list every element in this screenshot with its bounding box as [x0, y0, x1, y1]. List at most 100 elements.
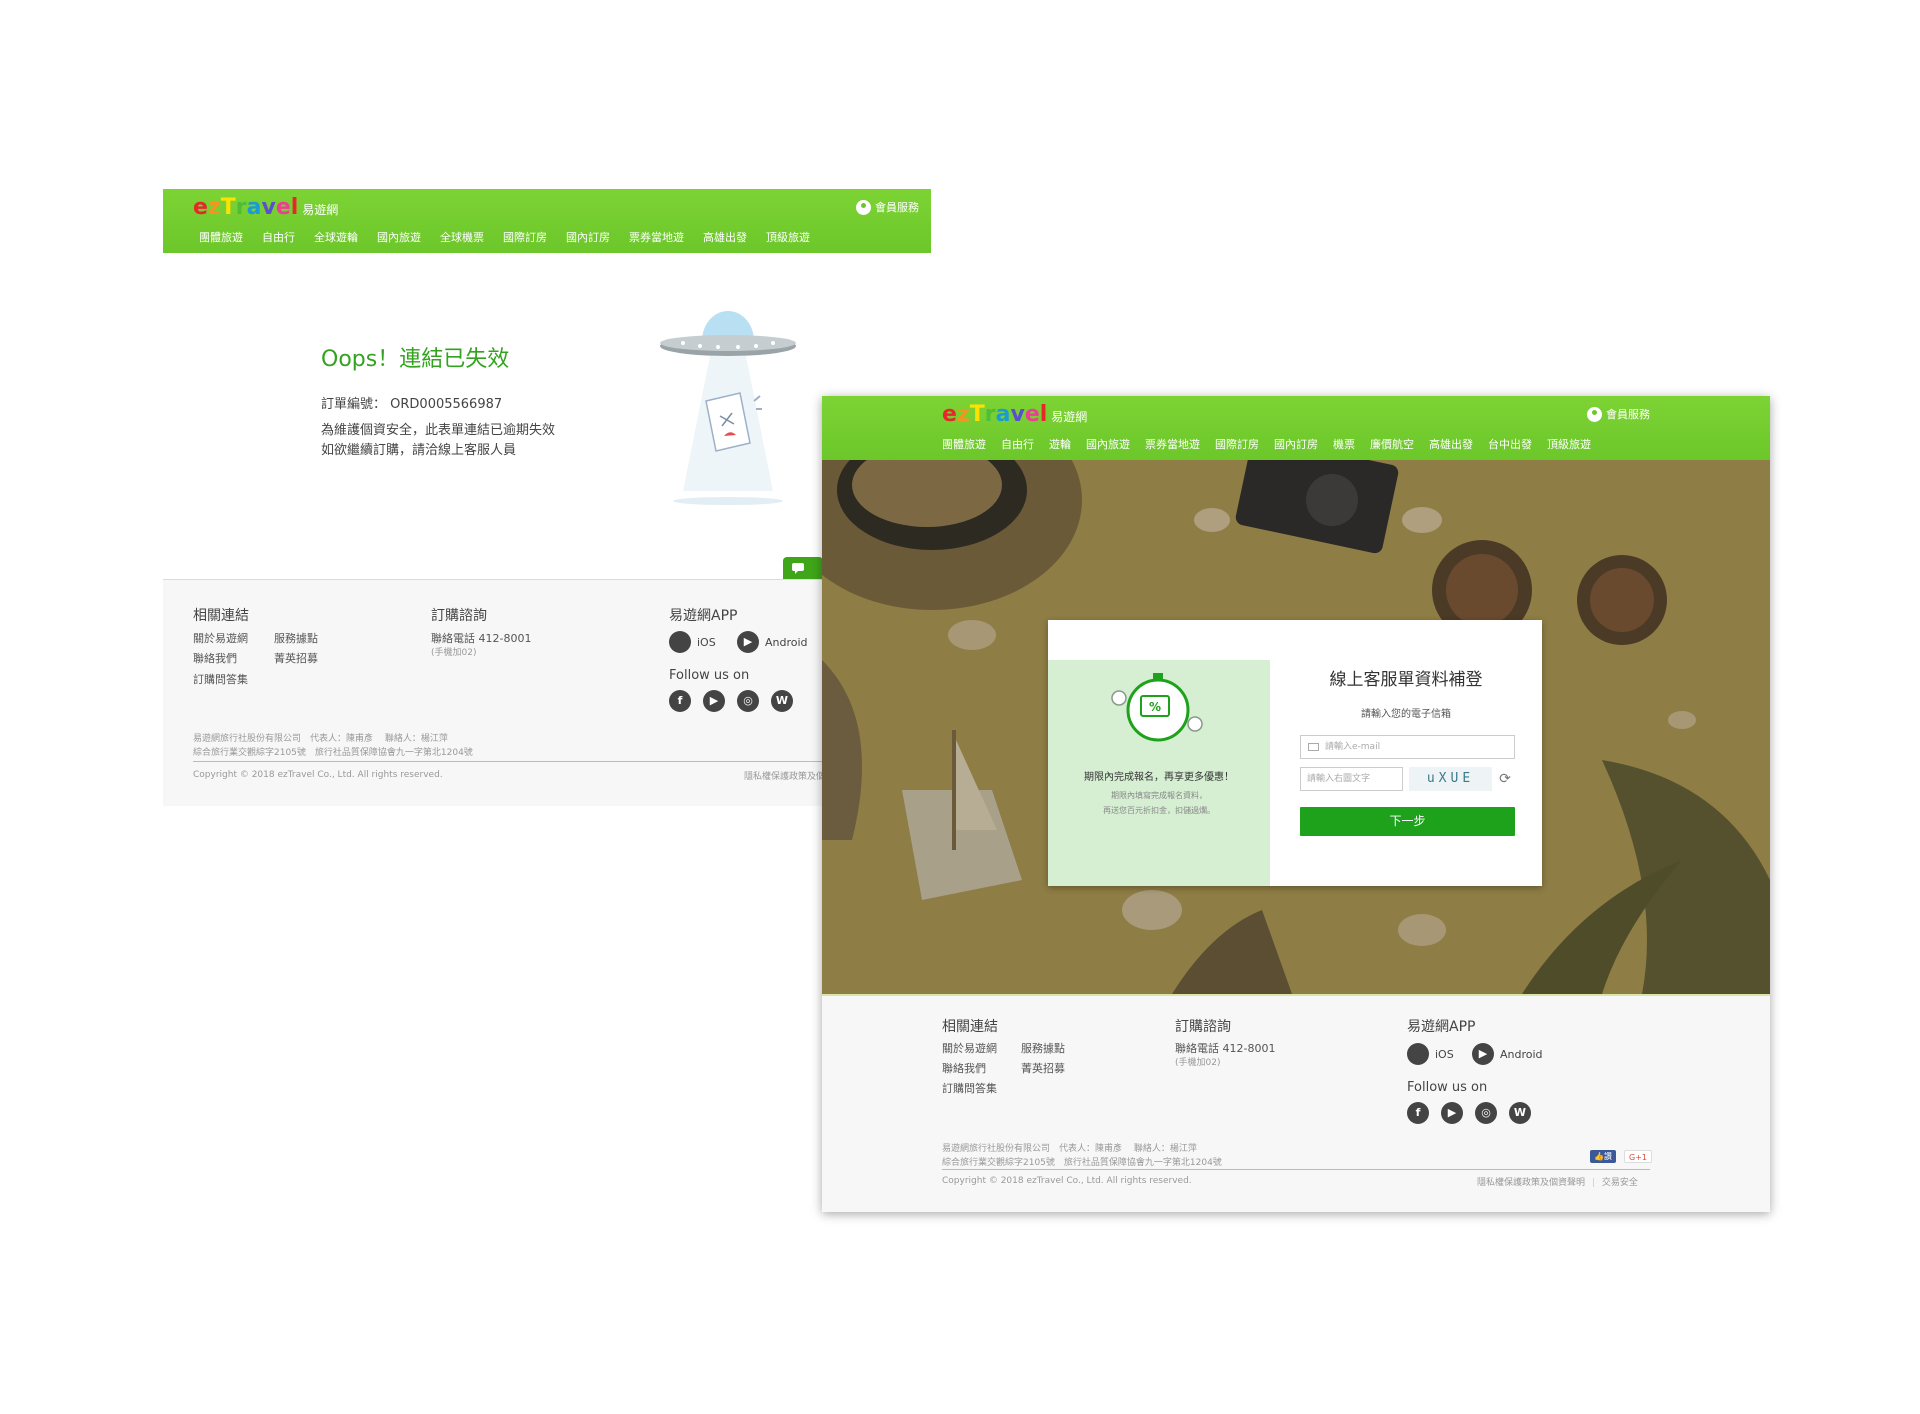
logo-letter: r [235, 195, 247, 220]
thumbs-up-icon: 👍 [1594, 1152, 1604, 1161]
nav-item[interactable]: 國內旅遊 [1086, 436, 1130, 452]
order-number-line: 訂單編號： ORD0005566987 [321, 393, 502, 412]
company-info-line: 綜合旅行業交觀綜字2105號 旅行社品質保障協會九一字第北1204號 [942, 1158, 1222, 1168]
android-label: Android [1500, 1047, 1543, 1061]
promo-description-line: 期限內填寫完成報名資料， [1111, 791, 1207, 800]
nav-item[interactable]: 頂級旅遊 [1547, 436, 1591, 452]
ios-app-link[interactable]: iOS [1407, 1043, 1454, 1065]
transaction-security-link[interactable]: 交易安全 [1602, 1178, 1638, 1188]
mail-icon [1308, 743, 1319, 751]
logo-letter: T [220, 195, 236, 220]
nav-item[interactable]: 全球機票 [440, 229, 484, 245]
nav-item[interactable]: 全球遊輪 [314, 229, 358, 245]
instagram-icon[interactable]: ◎ [737, 690, 759, 712]
footer-link[interactable]: 訂購問答集 [942, 1080, 997, 1096]
nav-item[interactable]: 高雄出發 [703, 229, 747, 245]
nav-item[interactable]: 自由行 [262, 229, 295, 245]
chat-button[interactable] [783, 557, 823, 579]
order-number-value: ORD0005566987 [390, 397, 503, 412]
nav-item[interactable]: 國際訂房 [1215, 436, 1259, 452]
android-app-link[interactable]: ▶ Android [1472, 1043, 1543, 1065]
ios-app-link[interactable]: iOS [669, 631, 716, 653]
android-app-link[interactable]: ▶ Android [737, 631, 808, 653]
eztravel-logo[interactable]: ezTravel 易遊網 [942, 402, 1087, 427]
nav-item[interactable]: 廉價航空 [1370, 436, 1414, 452]
footer-link[interactable]: 關於易遊網 [193, 630, 248, 646]
user-icon [1587, 406, 1602, 422]
footer-link[interactable]: 聯絡我們 [942, 1060, 986, 1076]
phone-note: (手機加02) [1175, 1058, 1221, 1068]
nav-item[interactable]: 頂級旅遊 [766, 229, 810, 245]
youtube-icon[interactable]: ▶ [703, 690, 725, 712]
nav-item[interactable]: 遊輪 [1049, 436, 1071, 452]
email-field[interactable]: 請輸入e-mail [1300, 735, 1515, 759]
nav-item[interactable]: 國內訂房 [566, 229, 610, 245]
nav-item[interactable]: 台中出發 [1488, 436, 1532, 452]
logo-letter: v [261, 195, 276, 220]
nav-item[interactable]: 票券當地遊 [629, 229, 684, 245]
footer-link[interactable]: 菁英招募 [274, 650, 318, 666]
nav-item[interactable]: 自由行 [1001, 436, 1034, 452]
like-label: 讚 [1603, 1152, 1612, 1161]
nav-item[interactable]: 機票 [1333, 436, 1355, 452]
social-links: f ▶ ◎ W [1407, 1102, 1531, 1124]
nav-item[interactable]: 團體旅遊 [199, 229, 243, 245]
next-button[interactable]: 下一步 [1300, 807, 1515, 836]
nav-item[interactable]: 國內旅遊 [377, 229, 421, 245]
footer-link[interactable]: 訂購問答集 [193, 671, 248, 687]
main-nav: 團體旅遊 自由行 遊輪 國內旅遊 票券當地遊 國際訂房 國內訂房 機票 廉價航空… [942, 436, 1591, 452]
wordpress-icon[interactable]: W [1509, 1102, 1531, 1124]
footer-link[interactable]: 關於易遊網 [942, 1040, 997, 1056]
nav-item[interactable]: 票券當地遊 [1145, 436, 1200, 452]
phone-number: 聯絡電話 412-8001 [1175, 1042, 1276, 1055]
logo-subtitle: 易遊網 [302, 203, 339, 217]
play-icon: ▶ [737, 631, 759, 653]
nav-item[interactable]: 國內訂房 [1274, 436, 1318, 452]
member-service-link[interactable]: 會員服務 [856, 199, 919, 215]
nav-item[interactable]: 高雄出發 [1429, 436, 1473, 452]
wordpress-icon[interactable]: W [771, 690, 793, 712]
footer-divider [942, 1169, 1650, 1170]
promo-description: 期限內填寫完成報名資料， 再送您百元折扣金，扣儲過爛。 [1048, 788, 1270, 818]
captcha-input[interactable]: 請輸入右圖文字 [1300, 767, 1403, 791]
logo-letter: v [1010, 402, 1025, 427]
facebook-icon[interactable]: f [1407, 1102, 1429, 1124]
logo-letter: a [246, 195, 262, 220]
apple-icon [669, 631, 691, 653]
play-icon: ▶ [1472, 1043, 1494, 1065]
header-bar: ezTravel 易遊網 會員服務 團體旅遊 自由行 遊輪 國內旅遊 票券當地遊 … [822, 396, 1770, 460]
error-message-line: 如欲繼續訂購，請洽線上客服人員 [321, 443, 517, 458]
member-service-link[interactable]: 會員服務 [1587, 406, 1650, 422]
chat-icon [792, 563, 804, 574]
privacy-policy-link[interactable]: 隱私權保護政策及個資聲明 [1477, 1178, 1585, 1188]
refresh-captcha-icon[interactable]: ⟳ [1496, 770, 1514, 788]
company-info: 易遊網旅行社股份有限公司 代表人：陳甫彥 聯絡人：楊江萍 綜合旅行業交觀綜字21… [193, 732, 473, 760]
logo-subtitle: 易遊網 [1051, 410, 1088, 424]
form-hint: 請輸入您的電子信箱 [1361, 709, 1451, 720]
app-title: 易遊網APP [669, 608, 738, 624]
logo-letter: l [290, 195, 299, 220]
nav-item[interactable]: 團體旅遊 [942, 436, 986, 452]
logo-letter: e [1024, 402, 1040, 427]
footer-link[interactable]: 菁英招募 [1021, 1060, 1065, 1076]
header-bar: ezTravel 易遊網 會員服務 團體旅遊 自由行 全球遊輪 國內旅遊 全球機票… [163, 189, 931, 253]
footer-divider [193, 761, 931, 762]
youtube-icon[interactable]: ▶ [1441, 1102, 1463, 1124]
google-plus-button[interactable]: G+1 [1624, 1150, 1652, 1163]
footer: 相關連結 關於易遊網 服務據點 聯絡我們 菁英招募 訂購問答集 訂購諮詢 聯絡電… [163, 579, 931, 806]
hero-background-photo: % 期限內完成報名，再享更多優惠！ 期限內填寫完成報名資料， 再送您百元折扣金，… [822, 460, 1770, 994]
ios-label: iOS [697, 635, 716, 649]
facebook-like-button[interactable]: 👍讚 [1590, 1150, 1616, 1163]
footer-link[interactable]: 服務據點 [1021, 1040, 1065, 1056]
facebook-icon[interactable]: f [669, 690, 691, 712]
footer-link[interactable]: 服務據點 [274, 630, 318, 646]
logo-letter: l [1039, 402, 1048, 427]
email-placeholder: 請輸入e-mail [1325, 742, 1381, 752]
instagram-icon[interactable]: ◎ [1475, 1102, 1497, 1124]
captcha-image: uXUE [1409, 767, 1492, 791]
error-title: Oops！連結已失效 [321, 347, 510, 372]
footer-link[interactable]: 聯絡我們 [193, 650, 237, 666]
nav-item[interactable]: 國際訂房 [503, 229, 547, 245]
eztravel-logo[interactable]: ezTravel 易遊網 [193, 195, 338, 220]
company-info: 易遊網旅行社股份有限公司 代表人：陳甫彥 聯絡人：楊江萍 綜合旅行業交觀綜字21… [942, 1142, 1222, 1170]
